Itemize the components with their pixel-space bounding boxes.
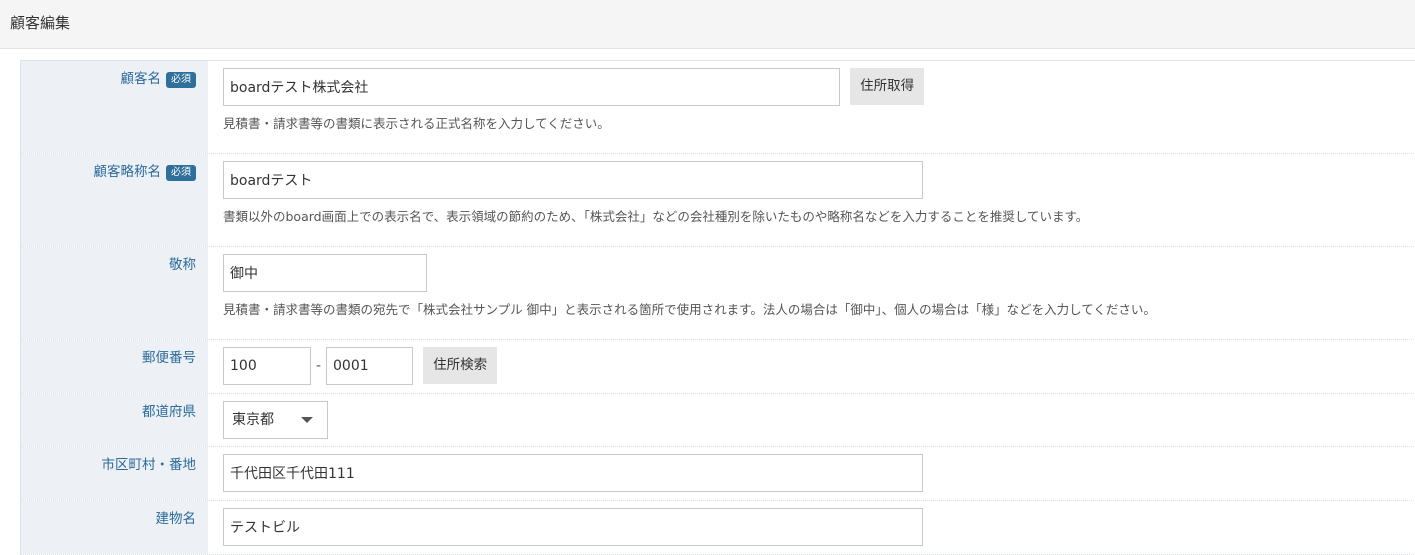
field-cell: - 住所検索	[208, 340, 1415, 393]
row-postal-code: 郵便番号 - 住所検索	[21, 340, 1415, 394]
required-badge: 必須	[166, 165, 196, 181]
required-badge: 必須	[166, 72, 196, 88]
page-title: 顧客編集	[10, 14, 71, 32]
label-cell: 顧客略称名 必須	[21, 154, 208, 246]
postal-code-separator: -	[315, 358, 322, 374]
label-cell: 市区町村・番地	[21, 447, 208, 500]
customer-name-input[interactable]	[223, 68, 840, 106]
customer-name-help: 見積書・請求書等の書類に表示される正式名称を入力してください。	[223, 116, 610, 131]
label-cell: 建物名	[21, 501, 208, 554]
label-cell: 都道府県	[21, 394, 208, 446]
building-input[interactable]	[223, 508, 923, 546]
page-header: 顧客編集	[0, 0, 1415, 49]
field-cell: 東京都	[208, 394, 1415, 446]
field-cell: 書類以外のboard画面上での表示名で、表示領域の節約のため、「株式会社」などの…	[208, 154, 1415, 246]
label-cell: 敬称	[21, 247, 208, 339]
honorific-help: 見積書・請求書等の書類の宛先で「株式会社サンプル 御中」と表示される箇所で使用さ…	[223, 302, 1156, 317]
row-honorific: 敬称 見積書・請求書等の書類の宛先で「株式会社サンプル 御中」と表示される箇所で…	[21, 247, 1415, 340]
postal-code-label: 郵便番号	[142, 350, 196, 366]
row-building: 建物名	[21, 501, 1415, 555]
customer-edit-form: 顧客名必須 住所取得 見積書・請求書等の書類に表示される正式名称を入力してくださ…	[20, 60, 1415, 555]
field-cell	[208, 501, 1415, 554]
row-customer-name: 顧客名必須 住所取得 見積書・請求書等の書類に表示される正式名称を入力してくださ…	[21, 61, 1415, 154]
row-address: 市区町村・番地	[21, 447, 1415, 501]
label-cell: 郵便番号	[21, 340, 208, 393]
row-prefecture: 都道府県 東京都	[21, 394, 1415, 447]
postal-code-first-input[interactable]	[223, 347, 311, 385]
building-label: 建物名	[155, 511, 197, 527]
fetch-address-button[interactable]: 住所取得	[850, 68, 925, 105]
field-cell: 見積書・請求書等の書類の宛先で「株式会社サンプル 御中」と表示される箇所で使用さ…	[208, 247, 1415, 339]
honorific-label: 敬称	[169, 257, 196, 273]
field-cell	[208, 447, 1415, 500]
search-address-button[interactable]: 住所検索	[423, 347, 498, 384]
customer-name-label: 顧客名	[120, 71, 162, 87]
prefecture-label: 都道府県	[142, 404, 196, 420]
prefecture-selected-value: 東京都	[232, 412, 274, 428]
field-cell: 住所取得 見積書・請求書等の書類に表示される正式名称を入力してください。	[208, 61, 1415, 153]
label-cell: 顧客名 必須	[21, 61, 208, 153]
row-short-name: 顧客略称名必須 書類以外のboard画面上での表示名で、表示領域の節約のため、「…	[21, 154, 1415, 247]
address-label: 市区町村・番地	[101, 457, 197, 473]
prefecture-select[interactable]: 東京都	[223, 401, 328, 439]
postal-code-second-input[interactable]	[326, 347, 413, 385]
address-input[interactable]	[223, 454, 923, 492]
honorific-input[interactable]	[223, 254, 427, 292]
short-name-input[interactable]	[223, 161, 923, 199]
caret-down-icon	[301, 417, 313, 423]
short-name-help: 書類以外のboard画面上での表示名で、表示領域の節約のため、「株式会社」などの…	[223, 209, 1089, 224]
short-name-label: 顧客略称名	[93, 164, 162, 180]
